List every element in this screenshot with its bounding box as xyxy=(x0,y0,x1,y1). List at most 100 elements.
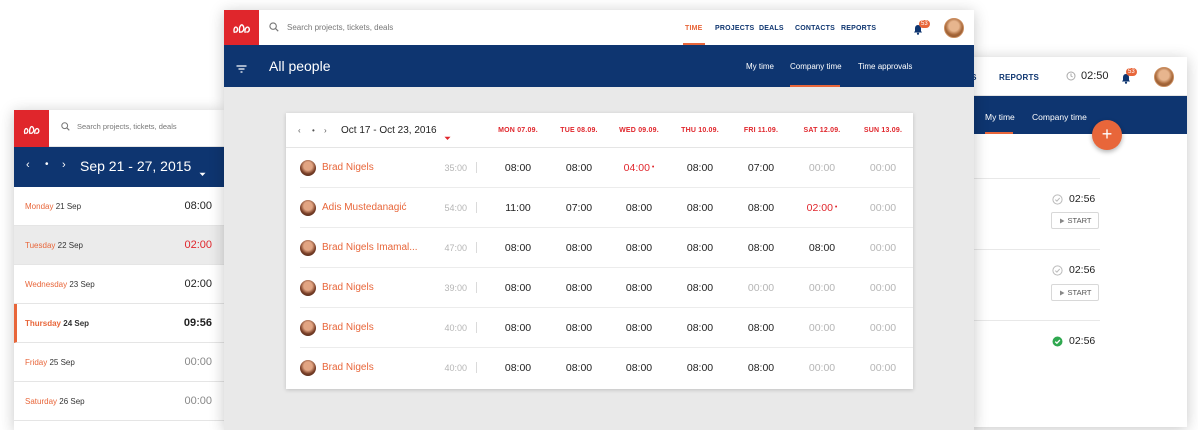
week-range[interactable]: Oct 17 - Oct 23, 2016 xyxy=(341,125,437,136)
time-cell[interactable]: 00:00 xyxy=(853,282,913,294)
time-cell[interactable]: 08:00 xyxy=(488,362,548,374)
time-cell[interactable]: 08:00 xyxy=(731,322,791,334)
time-cell[interactable]: 08:00 xyxy=(488,162,548,174)
search-input[interactable]: Search projects, tickets, deals xyxy=(287,23,393,32)
person-name[interactable]: Brad Nigels Imamal... xyxy=(322,242,418,253)
timer-display[interactable]: 02:50 xyxy=(1066,70,1109,82)
time-cell[interactable]: 08:00 xyxy=(792,242,852,254)
tab-my-time[interactable]: My time xyxy=(746,62,774,71)
time-cell[interactable]: 08:00 xyxy=(670,242,730,254)
time-cell[interactable]: 08:00 xyxy=(609,282,669,294)
time-cell[interactable]: 08:00 xyxy=(549,322,609,334)
day-row[interactable]: Saturday 26 Sep 00:00 xyxy=(14,382,224,421)
app-logo[interactable] xyxy=(224,10,259,45)
person-name[interactable]: Brad Nigels xyxy=(322,322,374,333)
avatar[interactable] xyxy=(1154,67,1174,87)
time-cell[interactable]: 00:00 xyxy=(853,162,913,174)
time-cell[interactable]: 08:00 xyxy=(549,282,609,294)
person-name[interactable]: Adis Mustedanagić xyxy=(322,202,407,213)
time-cell[interactable]: 08:00 xyxy=(609,322,669,334)
time-cell[interactable]: 00:00 xyxy=(792,162,852,174)
time-cell[interactable]: 07:00 xyxy=(731,162,791,174)
day-date: 24 Sep xyxy=(63,318,90,328)
next-week-button[interactable]: › xyxy=(324,126,327,135)
table-row[interactable]: Adis Mustedanagić 54:00 11:00 07:00 08:00 08:… xyxy=(300,188,913,228)
table-row[interactable]: Brad Nigels35:0008:0008:0004:0008:0007:0… xyxy=(300,148,913,188)
add-entry-button[interactable]: + xyxy=(1092,120,1122,150)
time-cell[interactable]: 04:00 xyxy=(609,162,669,174)
day-row[interactable]: Wednesday 23 Sep 02:00 xyxy=(14,265,224,304)
nav-deals[interactable]: DEALS xyxy=(759,25,784,32)
time-cell[interactable]: 08:00 xyxy=(731,362,791,374)
time-cell[interactable]: 02:00 xyxy=(792,202,852,214)
day-row[interactable]: Friday 25 Sep 00:00 xyxy=(14,343,224,382)
time-cell[interactable]: 08:00 xyxy=(670,282,730,294)
time-cell[interactable]: 08:00 xyxy=(609,242,669,254)
table-row[interactable]: Brad Nigels 40:00 08:00 08:00 08:00 08:00 08:0… xyxy=(300,348,913,388)
filter-icon[interactable] xyxy=(236,60,247,78)
time-cell[interactable]: 08:00 xyxy=(670,362,730,374)
week-range[interactable]: Sep 21 - 27, 2015 xyxy=(80,158,191,174)
time-cell[interactable]: 08:00 xyxy=(609,362,669,374)
person-name[interactable]: Brad Nigels xyxy=(322,282,374,293)
time-cell[interactable]: 00:00 xyxy=(731,282,791,294)
time-cell[interactable]: 00:00 xyxy=(853,322,913,334)
time-cell[interactable]: 08:00 xyxy=(549,362,609,374)
search-bar[interactable]: Search projects, tickets, deals xyxy=(269,22,393,32)
chevron-down-icon[interactable] xyxy=(199,164,206,182)
chevron-down-icon[interactable] xyxy=(444,128,451,146)
avatar xyxy=(300,280,316,296)
time-cell[interactable]: 11:00 xyxy=(488,202,548,214)
time-cell[interactable]: 08:00 xyxy=(731,242,791,254)
time-cell[interactable]: 08:00 xyxy=(488,282,548,294)
today-button[interactable]: • xyxy=(45,159,49,170)
mobile-time-window: CTS REPORTS 02:50 53 My time Company tim… xyxy=(955,57,1187,427)
time-cell[interactable]: 00:00 xyxy=(853,242,913,254)
person-name[interactable]: Brad Nigels xyxy=(322,162,374,173)
start-button[interactable]: START xyxy=(1051,284,1099,301)
nav-reports[interactable]: REPORTS xyxy=(999,73,1039,82)
time-cell[interactable]: 00:00 xyxy=(792,322,852,334)
day-row[interactable]: Monday 21 Sep 08:00 xyxy=(14,187,224,226)
person-name[interactable]: Brad Nigels xyxy=(322,362,374,373)
time-cell[interactable]: 08:00 xyxy=(609,202,669,214)
app-logo[interactable] xyxy=(14,110,49,147)
time-cell[interactable]: 08:00 xyxy=(488,242,548,254)
prev-week-button[interactable]: ‹ xyxy=(298,126,301,135)
time-cell[interactable]: 07:00 xyxy=(549,202,609,214)
time-cell[interactable]: 00:00 xyxy=(853,362,913,374)
tab-company-time[interactable]: Company time xyxy=(790,62,842,71)
next-week-button[interactable]: › xyxy=(62,159,66,171)
today-button[interactable]: • xyxy=(312,126,315,135)
day-row[interactable]: Thursday 24 Sep 09:56 xyxy=(14,304,224,343)
time-cell[interactable]: 00:00 xyxy=(853,202,913,214)
nav-contacts[interactable]: CONTACTS xyxy=(795,25,835,32)
day-row[interactable]: Tuesday 22 Sep 02:00 xyxy=(14,226,224,265)
time-cell[interactable]: 00:00 xyxy=(792,362,852,374)
time-cell[interactable]: 08:00 xyxy=(488,322,548,334)
table-row[interactable]: Brad Nigels Imamal... 47:00 08:00 08:00 08:0… xyxy=(300,228,913,268)
time-cell[interactable]: 08:00 xyxy=(549,162,609,174)
search-bar[interactable]: Search projects, tickets, deals xyxy=(61,122,177,131)
tab-time-approvals[interactable]: Time approvals xyxy=(858,62,912,71)
time-cell[interactable]: 08:00 xyxy=(549,242,609,254)
time-cell[interactable]: 08:00 xyxy=(670,162,730,174)
tab-my-time[interactable]: My time xyxy=(985,112,1015,122)
nav-reports[interactable]: REPORTS xyxy=(841,25,876,32)
day-name: Tuesday xyxy=(25,240,56,250)
avatar[interactable] xyxy=(944,18,964,38)
time-cell[interactable]: 08:00 xyxy=(670,322,730,334)
nav-projects[interactable]: PROJECTS xyxy=(715,25,754,32)
time-cell[interactable]: 08:00 xyxy=(670,202,730,214)
day-total: 00:00 xyxy=(184,395,212,407)
time-cell[interactable]: 08:00 xyxy=(731,202,791,214)
timesheet-card: ‹ • › Oct 17 - Oct 23, 2016 MON 07.09. TU… xyxy=(286,113,913,389)
prev-week-button[interactable]: ‹ xyxy=(26,159,30,171)
tab-company-time[interactable]: Company time xyxy=(1032,112,1087,122)
search-input[interactable]: Search projects, tickets, deals xyxy=(77,122,177,131)
table-row[interactable]: Brad Nigels 39:00 08:00 08:00 08:00 08:00 00:0… xyxy=(300,268,913,308)
time-cell[interactable]: 00:00 xyxy=(792,282,852,294)
nav-time[interactable]: TIME xyxy=(685,25,703,32)
start-button[interactable]: START xyxy=(1051,212,1099,229)
table-row[interactable]: Brad Nigels 40:00 08:00 08:00 08:00 08:00 08:0… xyxy=(300,308,913,348)
